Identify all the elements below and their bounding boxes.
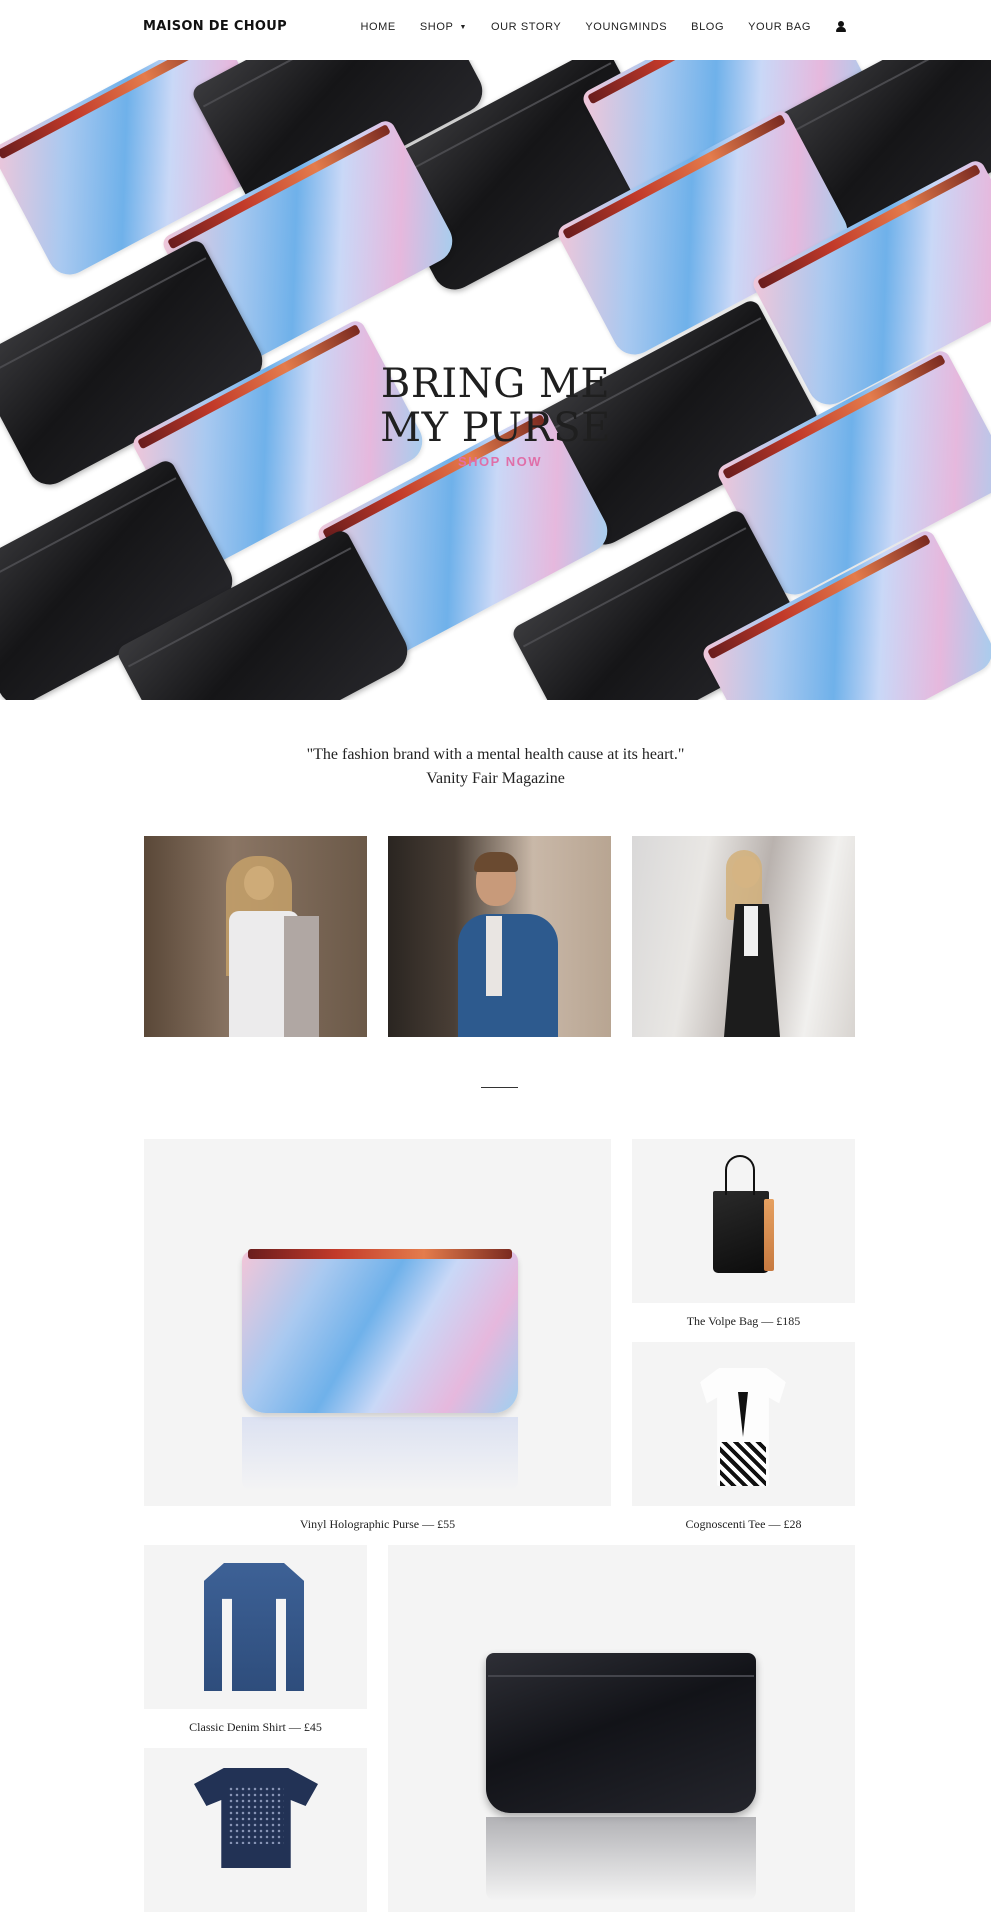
product-tile-volpe-bag[interactable]: [632, 1139, 855, 1303]
hero-title-line2: MY PURSE: [380, 405, 611, 451]
nav-your-bag[interactable]: YOUR BAG: [748, 21, 811, 33]
nav-youngminds[interactable]: YOUNGMINDS: [585, 21, 667, 33]
product-price: £185: [776, 1314, 801, 1328]
press-quote: "The fashion brand with a mental health …: [0, 743, 991, 791]
nav-our-story-label: OUR STORY: [490, 21, 562, 33]
hero-title-line1: BRING ME: [380, 361, 611, 407]
product-price: £45: [303, 1720, 322, 1734]
nav-shop-label: SHOP: [419, 21, 454, 33]
price-separator: —: [761, 1314, 774, 1328]
product-name: The Volpe Bag: [686, 1314, 759, 1328]
quote-text: "The fashion brand with a mental health …: [306, 746, 685, 763]
section-divider: [481, 1087, 518, 1088]
nav-blog[interactable]: BLOG: [691, 21, 724, 33]
product-name: Cognoscenti Tee: [685, 1517, 766, 1531]
shop-now-link[interactable]: SHOP NOW: [440, 454, 560, 469]
black-purse-image: [486, 1653, 756, 1813]
lookbook-image-2[interactable]: [388, 836, 611, 1037]
user-icon[interactable]: [835, 21, 847, 33]
nav-your-bag-label: YOUR BAG: [748, 21, 811, 33]
nav-our-story[interactable]: OUR STORY: [491, 21, 561, 33]
site-header: MAISON DE CHOUP HOME SHOP ▼ OUR STORY YOU…: [0, 0, 991, 60]
nav-shop[interactable]: SHOP ▼: [420, 21, 467, 33]
product-caption[interactable]: Vinyl Holographic Purse — £55: [144, 1517, 611, 1532]
product-tile-cognoscenti-tee[interactable]: [632, 1342, 855, 1506]
holo-purse-image: [242, 1251, 518, 1413]
lookbook-image-3[interactable]: [632, 836, 855, 1037]
product-caption[interactable]: Classic Denim Shirt — £45: [144, 1720, 367, 1735]
price-separator: —: [422, 1517, 435, 1531]
nav-home[interactable]: HOME: [360, 21, 395, 33]
product-price: £55: [437, 1517, 456, 1531]
site-logo[interactable]: MAISON DE CHOUP: [143, 19, 287, 34]
product-tile-navy-tee[interactable]: [144, 1748, 367, 1912]
product-caption[interactable]: The Volpe Bag — £185: [632, 1314, 855, 1329]
product-tile-vinyl-holographic-purse[interactable]: [144, 1139, 611, 1506]
chevron-down-icon: ▼: [459, 23, 467, 31]
quote-source: Vanity Fair Magazine: [426, 770, 565, 787]
product-tile-classic-denim-shirt[interactable]: [144, 1545, 367, 1709]
product-tile-black-leather-purse[interactable]: [388, 1545, 855, 1912]
product-name: Vinyl Holographic Purse: [299, 1517, 420, 1531]
price-separator: —: [288, 1720, 301, 1734]
product-name: Classic Denim Shirt: [189, 1720, 286, 1734]
nav-youngminds-label: YOUNGMINDS: [585, 21, 668, 33]
hero-banner[interactable]: BRING ME MY PURSE SHOP NOW: [0, 60, 991, 700]
product-caption[interactable]: Cognoscenti Tee — £28: [632, 1517, 855, 1532]
volpe-bag-image: [713, 1191, 769, 1273]
main-nav: HOME SHOP ▼ OUR STORY YOUNGMINDS BLOG YOU…: [360, 21, 991, 33]
lookbook-image-1[interactable]: [144, 836, 367, 1037]
nav-home-label: HOME: [360, 21, 396, 33]
product-price: £28: [783, 1517, 802, 1531]
nav-blog-label: BLOG: [691, 21, 725, 33]
hero-title: BRING ME MY PURSE: [0, 362, 991, 450]
price-separator: —: [768, 1517, 781, 1531]
denim-shirt-image: [204, 1563, 304, 1691]
